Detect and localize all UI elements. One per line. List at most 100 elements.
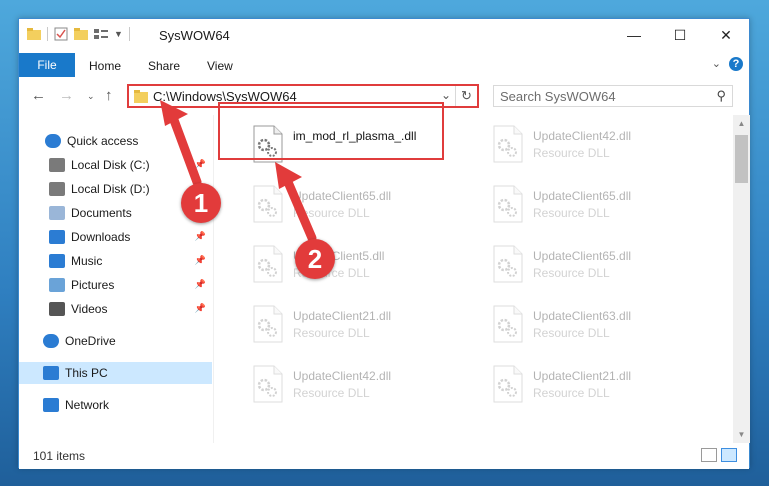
sidebar-item-videos[interactable]: Videos 📌 bbox=[19, 298, 212, 320]
pin-icon: 📌 bbox=[194, 159, 206, 169]
file-name: UpdateClient42.dll bbox=[293, 369, 392, 383]
file-item[interactable]: UpdateClient42.dll Resource DLL bbox=[241, 361, 471, 413]
file-item[interactable]: UpdateClient65.dll Resource DLL bbox=[481, 241, 711, 293]
file-name: UpdateClient42.dll bbox=[533, 129, 632, 143]
highlight-box bbox=[218, 102, 444, 160]
details-view-icon[interactable] bbox=[701, 448, 717, 462]
forward-arrow-icon[interactable]: → bbox=[59, 87, 74, 104]
file-name: UpdateClient65.dll bbox=[533, 249, 632, 263]
dll-file-icon bbox=[493, 125, 523, 163]
refresh-icon[interactable]: ↻ bbox=[455, 86, 477, 106]
minimize-button[interactable]: — bbox=[611, 19, 657, 51]
dll-file-icon bbox=[493, 185, 523, 223]
close-button[interactable]: ✕ bbox=[703, 19, 749, 51]
dll-file-icon bbox=[493, 245, 523, 283]
dll-file-icon bbox=[493, 365, 523, 403]
search-icon: ⚲ bbox=[716, 88, 726, 103]
tiles-view-icon[interactable] bbox=[721, 448, 737, 462]
video-icon bbox=[49, 302, 65, 316]
search-input[interactable]: Search SysWOW64 ⚲ bbox=[493, 85, 733, 107]
sidebar-item-pictures[interactable]: Pictures 📌 bbox=[19, 274, 212, 296]
status-bar: 101 items bbox=[19, 443, 749, 469]
dropdown-icon[interactable]: ▼ bbox=[114, 29, 123, 39]
sidebar-item-network[interactable]: Network bbox=[19, 394, 212, 416]
file-name: UpdateClient21.dll bbox=[293, 309, 392, 323]
dll-file-icon bbox=[253, 245, 283, 283]
tab-share[interactable]: Share bbox=[148, 55, 180, 77]
step-1-badge: 1 bbox=[181, 183, 221, 223]
dll-file-icon bbox=[253, 365, 283, 403]
sidebar-item-label: Documents bbox=[71, 206, 132, 220]
scroll-thumb[interactable] bbox=[735, 135, 748, 183]
file-item[interactable]: UpdateClient42.dll Resource DLL bbox=[481, 121, 711, 173]
sidebar-item-downloads[interactable]: Downloads 📌 bbox=[19, 226, 212, 248]
tab-home[interactable]: Home bbox=[89, 55, 121, 77]
expand-ribbon-icon[interactable]: ⌄ bbox=[712, 57, 721, 70]
pin-icon: 📌 bbox=[194, 231, 206, 241]
star-icon bbox=[45, 134, 61, 148]
file-type: Resource DLL bbox=[533, 206, 610, 220]
new-folder-icon[interactable] bbox=[74, 28, 88, 40]
window-controls: — ☐ ✕ bbox=[611, 19, 749, 51]
divider bbox=[128, 27, 130, 41]
recent-locations-icon[interactable]: ⌄ bbox=[87, 91, 95, 102]
sidebar-item-quick-access[interactable]: Quick access bbox=[19, 130, 212, 152]
pictures-icon bbox=[49, 278, 65, 292]
file-item[interactable]: UpdateClient65.dll Resource DLL bbox=[481, 181, 711, 233]
pin-icon: 📌 bbox=[194, 303, 206, 313]
sidebar-item-onedrive[interactable]: OneDrive bbox=[19, 330, 212, 352]
file-name: UpdateClient65.dll bbox=[293, 189, 392, 203]
tab-file[interactable]: File bbox=[19, 53, 75, 77]
dll-file-icon bbox=[253, 185, 283, 223]
file-item[interactable]: UpdateClient21.dll Resource DLL bbox=[481, 361, 711, 413]
folder-icon bbox=[134, 90, 148, 103]
music-icon bbox=[49, 254, 65, 268]
file-type: Resource DLL bbox=[293, 386, 370, 400]
scroll-up-icon[interactable]: ▲ bbox=[733, 115, 750, 132]
back-arrow-icon[interactable]: ← bbox=[31, 87, 46, 104]
sidebar-item-label: Downloads bbox=[71, 230, 131, 244]
up-arrow-icon[interactable]: ↑ bbox=[105, 87, 113, 104]
sidebar-item-label: Videos bbox=[71, 302, 108, 316]
sidebar-item-label: Local Disk (C:) bbox=[71, 158, 150, 172]
sidebar-item-label: Network bbox=[65, 398, 110, 412]
file-item[interactable]: UpdateClient65.dll Resource DLL bbox=[241, 181, 471, 233]
file-item[interactable]: UpdateClient63.dll Resource DLL bbox=[481, 301, 711, 353]
tab-view[interactable]: View bbox=[207, 55, 233, 77]
file-name: UpdateClient21.dll bbox=[533, 369, 632, 383]
properties-icon[interactable] bbox=[54, 27, 68, 41]
maximize-button[interactable]: ☐ bbox=[657, 19, 703, 51]
drive-icon bbox=[49, 158, 65, 172]
file-name: UpdateClient63.dll bbox=[533, 309, 632, 323]
sidebar-item-local-disk-c[interactable]: Local Disk (C:) 📌 bbox=[19, 154, 212, 176]
file-item[interactable]: UpdateClient5.dll Resource DLL bbox=[241, 241, 471, 293]
sidebar-item-label: Pictures bbox=[71, 278, 115, 292]
network-icon bbox=[43, 398, 59, 412]
folder-icon bbox=[27, 28, 41, 40]
file-item[interactable]: UpdateClient21.dll Resource DLL bbox=[241, 301, 471, 353]
sidebar-item-label: This PC bbox=[65, 366, 108, 380]
view-switcher bbox=[701, 448, 737, 462]
sidebar-item-this-pc[interactable]: This PC bbox=[19, 362, 212, 384]
explorer-window: ▼ SysWOW64 — ☐ ✕ File Home Share View ⌄ … bbox=[18, 18, 750, 469]
sidebar-item-music[interactable]: Music 📌 bbox=[19, 250, 212, 272]
help-icon[interactable]: ? bbox=[729, 57, 743, 71]
navigation-pane: Quick access Local Disk (C:) 📌 Local Disk (… bbox=[19, 115, 214, 443]
divider bbox=[47, 27, 48, 41]
dll-file-icon bbox=[493, 305, 523, 343]
search-placeholder: Search SysWOW64 bbox=[500, 89, 616, 104]
vertical-scrollbar[interactable]: ▲ ▼ bbox=[733, 115, 750, 443]
step-2-badge: 2 bbox=[295, 239, 335, 279]
file-type: Resource DLL bbox=[533, 146, 610, 160]
cloud-icon bbox=[43, 334, 59, 348]
pin-icon: 📌 bbox=[194, 255, 206, 265]
chevron-down-icon[interactable]: ⌄ bbox=[441, 88, 451, 102]
scroll-down-icon[interactable]: ▼ bbox=[733, 426, 750, 443]
window-title: SysWOW64 bbox=[159, 28, 230, 43]
ribbon: File Home Share View ⌄ ? bbox=[19, 51, 749, 77]
file-list: im_mod_rl_plasma_.dll UpdateClient42.dll R… bbox=[215, 115, 735, 443]
pane-divider bbox=[213, 115, 214, 443]
file-type: Resource DLL bbox=[293, 326, 370, 340]
customize-icon[interactable] bbox=[94, 28, 108, 40]
title-bar: ▼ SysWOW64 — ☐ ✕ bbox=[19, 19, 749, 51]
